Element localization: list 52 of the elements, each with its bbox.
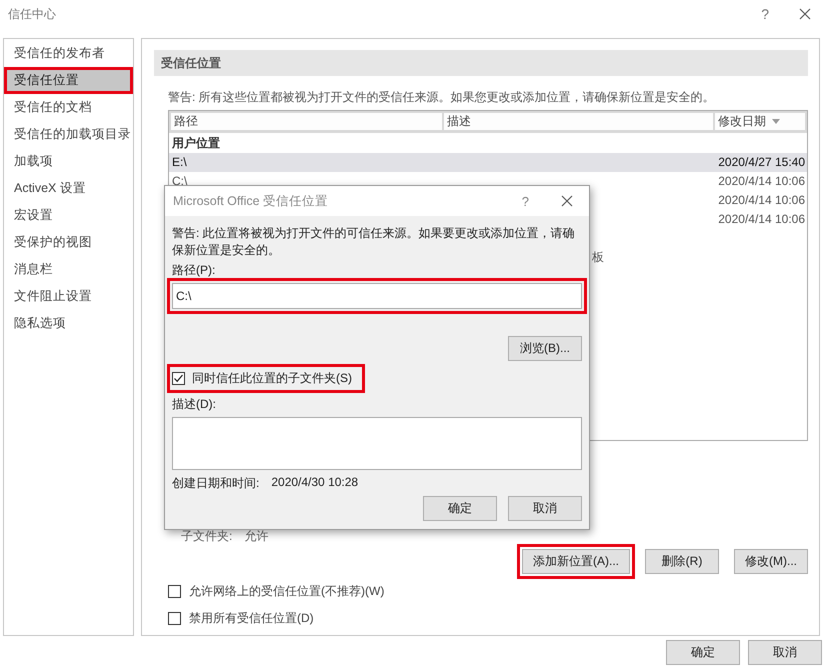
detail-label: 子文件夹: [181, 528, 232, 545]
sidebar-item[interactable]: 消息栏 [4, 256, 133, 283]
sidebar-item[interactable]: 受信任的文档 [4, 94, 133, 121]
browse-button[interactable]: 浏览(B)... [508, 336, 582, 361]
sidebar-item[interactable]: ActiveX 设置 [4, 175, 133, 202]
sidebar-item[interactable]: 受保护的视图 [4, 229, 133, 256]
checkbox[interactable] [172, 372, 185, 385]
checkbox[interactable] [168, 612, 181, 625]
created-value: 2020/4/30 10:28 [271, 475, 358, 491]
sidebar-item[interactable]: 受信任的发布者 [4, 40, 133, 67]
sidebar-item[interactable]: 加载项 [4, 148, 133, 175]
dialog-button[interactable]: 确定 [666, 640, 740, 665]
sidebar-item[interactable]: 宏设置 [4, 202, 133, 229]
group-label: 用户位置 [171, 135, 221, 152]
dialog-button[interactable]: 确定 [423, 496, 497, 521]
dialog-button[interactable]: 取消 [748, 640, 822, 665]
detail-value: 允许 [244, 528, 268, 545]
sidebar-item[interactable]: 文件阻止设置 [4, 283, 133, 310]
field-label: 描述(D): [172, 396, 217, 413]
location-button[interactable]: 添加新位置(A)... [522, 549, 630, 574]
location-button[interactable]: 删除(R) [645, 549, 719, 574]
option-label: 允许网络上的受信任位置(不推荐)(W) [189, 583, 384, 600]
warning-text: 警告: 所有这些位置都被视为打开文件的受信任来源。如果您更改或添加位置，请确保新位置是安全的。 [168, 89, 716, 106]
table-cell-text: C:\ [171, 173, 188, 190]
checkbox-label: 同时信任此位置的子文件夹(S) [192, 370, 352, 387]
option-label: 禁用所有受信任位置(D) [189, 610, 314, 627]
warning-text: 警告: 此位置将被视为打开文件的可信任来源。如果要更改或添加位置，请确保新位置是安全的。 [172, 225, 576, 259]
table-cell-text: 2020/4/14 10:06 [717, 211, 806, 228]
location-button[interactable]: 修改(M)... [734, 549, 808, 574]
table-cell-text: 2020/4/14 10:06 [717, 173, 806, 190]
checkbox[interactable] [168, 585, 181, 598]
help-button[interactable]: ? [761, 6, 769, 22]
sidebar-item[interactable]: 受信任位置 [4, 67, 133, 94]
close-icon[interactable] [561, 195, 573, 207]
help-button[interactable]: ? [522, 194, 529, 208]
column-header[interactable]: 描述 [444, 113, 713, 130]
table-row[interactable]: E:\ 2020/4/27 15:40 [169, 153, 807, 172]
dialog-button[interactable]: 取消 [508, 496, 582, 521]
column-header[interactable]: 路径 [171, 113, 442, 130]
dialog-title: Microsoft Office 受信任位置 [173, 192, 330, 210]
close-icon[interactable] [799, 8, 811, 20]
column-header[interactable]: 修改日期 [715, 113, 805, 130]
section-header: 受信任位置 [154, 50, 808, 76]
sidebar-item[interactable]: 受信任的加载项目录 [4, 121, 133, 148]
field-label: 路径(P): [172, 262, 216, 279]
created-label: 创建日期和时间: [172, 475, 260, 492]
window-title: 信任中心 [8, 6, 57, 22]
path-field[interactable]: C:\ [172, 283, 582, 309]
table-cell-text: E:\ [171, 154, 188, 171]
description-field[interactable] [172, 417, 582, 470]
table-cell-text: 2020/4/27 15:40 [717, 154, 806, 171]
sidebar-item[interactable]: 隐私选项 [4, 310, 133, 337]
